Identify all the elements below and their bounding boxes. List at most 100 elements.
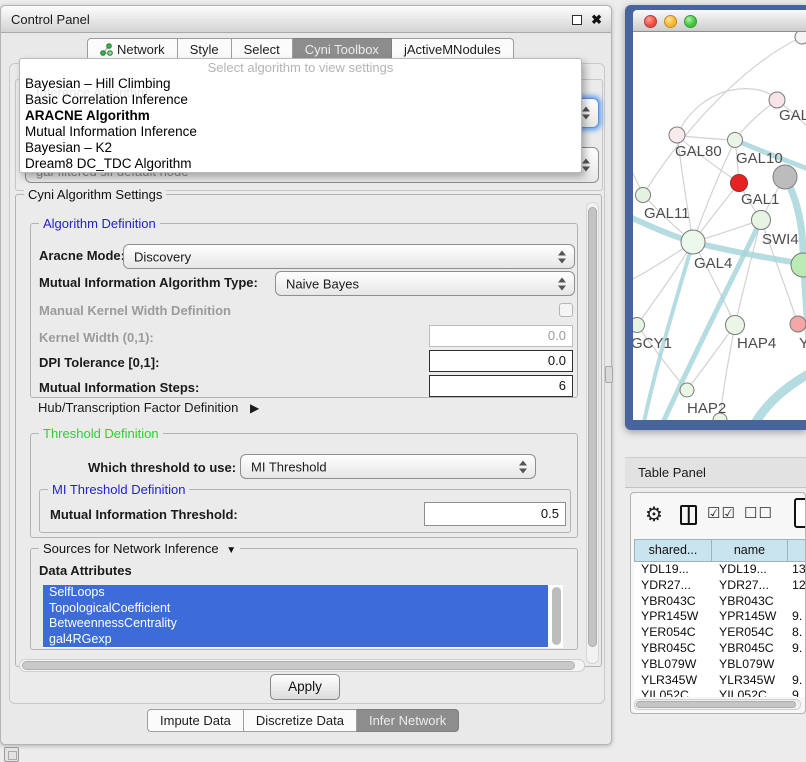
node-gal80[interactable] — [669, 127, 685, 143]
mi-threshold-definition-group: MI Threshold Definition Mutual Informati… — [39, 489, 571, 533]
sources-title[interactable]: Sources for Network Inference ▼ — [39, 541, 240, 556]
table-panel-titlebar[interactable]: Table Panel — [625, 457, 806, 488]
table-row[interactable]: YER054CYER054C8. — [634, 625, 806, 641]
settings-group-title: Cyni Algorithm Settings — [24, 187, 166, 202]
tab-impute-data[interactable]: Impute Data — [147, 709, 244, 732]
settings-vertical-scrollbar[interactable] — [586, 202, 599, 664]
control-panel-titlebar[interactable]: Control Panel ✖ — [1, 6, 611, 33]
table-row[interactable]: YPR145WYPR145W9. — [634, 609, 806, 625]
node-red-selected[interactable] — [731, 175, 748, 192]
column-header-partial[interactable] — [788, 539, 806, 562]
apply-button[interactable]: Apply — [270, 674, 340, 700]
deselect-all-icon[interactable]: ☐☐ — [744, 504, 773, 522]
node-label: GAL4 — [694, 255, 732, 272]
attribute-item-selected[interactable]: BetweennessCentrality — [43, 616, 548, 632]
scrollbar-thumb[interactable] — [588, 207, 597, 647]
network-window-titlebar[interactable] — [633, 10, 806, 32]
column-header-shared-name[interactable]: shared... — [634, 539, 712, 562]
data-attributes-list: SelfLoops TopologicalCoefficient Between… — [43, 585, 563, 648]
kernel-width-field[interactable]: 0.0 — [429, 325, 573, 347]
dpi-tolerance-label: DPI Tolerance [0,1]: — [39, 355, 159, 370]
node-hap4[interactable] — [726, 316, 745, 335]
table-row[interactable]: YIL052CYIL052C9 — [634, 688, 806, 697]
settings-horizontal-scrollbar[interactable] — [19, 659, 585, 672]
node-y[interactable] — [790, 316, 806, 332]
network-canvas[interactable]: GAL GAL80 GAL10 GAL1 GAL11 SWI4 GAL4 GCY… — [633, 32, 806, 420]
table-row[interactable]: YBR045CYBR045C9. — [634, 641, 806, 657]
table-row[interactable]: YBR043CYBR043C — [634, 594, 806, 610]
table-row[interactable]: YDL19...YDL19...13 — [634, 562, 806, 578]
node-gray[interactable] — [773, 165, 797, 189]
node-gal11[interactable] — [636, 188, 651, 203]
panel-divider-handle[interactable] — [605, 366, 613, 383]
table-panel-title: Table Panel — [638, 465, 706, 480]
expand-right-icon: ▶ — [250, 401, 259, 415]
scrollbar-thumb[interactable] — [22, 661, 575, 670]
mac-minimize-icon[interactable] — [664, 15, 677, 28]
node[interactable] — [795, 32, 806, 44]
gear-icon[interactable]: ⚙ — [645, 501, 663, 529]
node-gal10[interactable] — [728, 133, 743, 148]
node-gal1[interactable] — [752, 211, 771, 230]
table-row[interactable]: YBL079WYBL079W — [634, 657, 806, 673]
close-icon[interactable]: ✖ — [591, 15, 602, 25]
float-window-icon[interactable] — [572, 15, 582, 25]
algorithm-option[interactable]: Basic Correlation Inference — [20, 92, 581, 108]
node-gcy1[interactable] — [633, 318, 645, 333]
table-row[interactable]: YDR27...YDR27...12 — [634, 578, 806, 594]
mi-threshold-field[interactable]: 0.5 — [424, 502, 566, 526]
tab-infer-network[interactable]: Infer Network — [357, 709, 459, 732]
column-header-name[interactable]: name — [712, 539, 788, 562]
algorithm-option[interactable]: Mutual Information Inference — [20, 124, 581, 140]
attribute-item-selected[interactable]: TopologicalCoefficient — [43, 601, 548, 617]
algorithm-definition-title: Algorithm Definition — [39, 216, 160, 231]
dpi-tolerance-field[interactable]: 0.0 — [429, 350, 573, 372]
node-hap2[interactable] — [680, 383, 694, 397]
scrollbar-thumb[interactable] — [636, 701, 796, 708]
kernel-width-label: Kernel Width (0,1): — [39, 330, 154, 345]
popup-placeholder: Select algorithm to view settings — [20, 59, 581, 76]
table-horizontal-scrollbar[interactable] — [634, 699, 801, 710]
node-label: Y — [799, 335, 806, 352]
manual-kernel-checkbox[interactable] — [559, 303, 573, 317]
mi-threshold-label: Mutual Information Threshold: — [50, 507, 238, 522]
mi-steps-label: Mutual Information Steps: — [39, 380, 199, 395]
select-all-icon[interactable]: ☑☑ — [707, 504, 736, 522]
collapse-down-icon: ▼ — [226, 545, 236, 556]
tab-discretize-data[interactable]: Discretize Data — [244, 709, 357, 732]
corner-grip-icon[interactable] — [4, 747, 19, 762]
control-panel-title: Control Panel — [11, 12, 90, 27]
algorithm-option[interactable]: Bayesian – K2 — [20, 140, 581, 156]
columns-icon[interactable] — [680, 505, 697, 525]
list-scrollbar[interactable] — [552, 587, 561, 645]
table-toolbar: ⚙ ☑☑ ☐☐ — [631, 493, 805, 538]
attribute-item-selected[interactable]: gal4RGexp — [43, 632, 548, 648]
hub-definition-expander[interactable]: Hub/Transcription Factor Definition ▶ — [38, 400, 259, 415]
node-label: SWI4 — [762, 231, 799, 248]
combo-arrows-icon — [558, 277, 567, 290]
mi-type-combo[interactable]: Naive Bayes — [275, 271, 575, 296]
algorithm-option[interactable]: Bayesian – Hill Climbing — [20, 76, 581, 92]
combo-arrows-icon — [519, 460, 528, 473]
which-threshold-combo[interactable]: MI Threshold — [240, 454, 536, 479]
node-gal4[interactable] — [681, 230, 705, 254]
bottom-tabbar: Impute Data Discretize Data Infer Networ… — [147, 709, 459, 732]
algorithm-option-selected[interactable]: ARACNE Algorithm — [20, 108, 581, 124]
table-header-row: shared... name — [634, 539, 806, 562]
mi-steps-field[interactable]: 6 — [429, 375, 573, 397]
node-label: HAP2 — [687, 400, 726, 417]
algorithm-option[interactable]: Dream8 DC_TDC Algorithm — [20, 156, 581, 172]
cyni-algorithm-settings-group: Cyni Algorithm Settings Algorithm Defini… — [15, 194, 602, 667]
node-gal[interactable] — [769, 92, 785, 108]
table-row[interactable]: YLR345WYLR345W9. — [634, 673, 806, 689]
node-label: GAL — [779, 107, 806, 124]
mac-zoom-icon[interactable] — [684, 15, 697, 28]
attribute-item-selected[interactable]: SelfLoops — [43, 585, 548, 601]
aracne-mode-label: Aracne Mode: — [39, 248, 125, 263]
which-threshold-label: Which threshold to use: — [88, 460, 236, 475]
mac-close-icon[interactable] — [644, 15, 657, 28]
node-bright-green[interactable] — [791, 253, 806, 277]
node-label: GAL1 — [741, 191, 779, 208]
aracne-mode-combo[interactable]: Discovery — [123, 244, 575, 269]
export-table-icon[interactable] — [794, 498, 806, 528]
